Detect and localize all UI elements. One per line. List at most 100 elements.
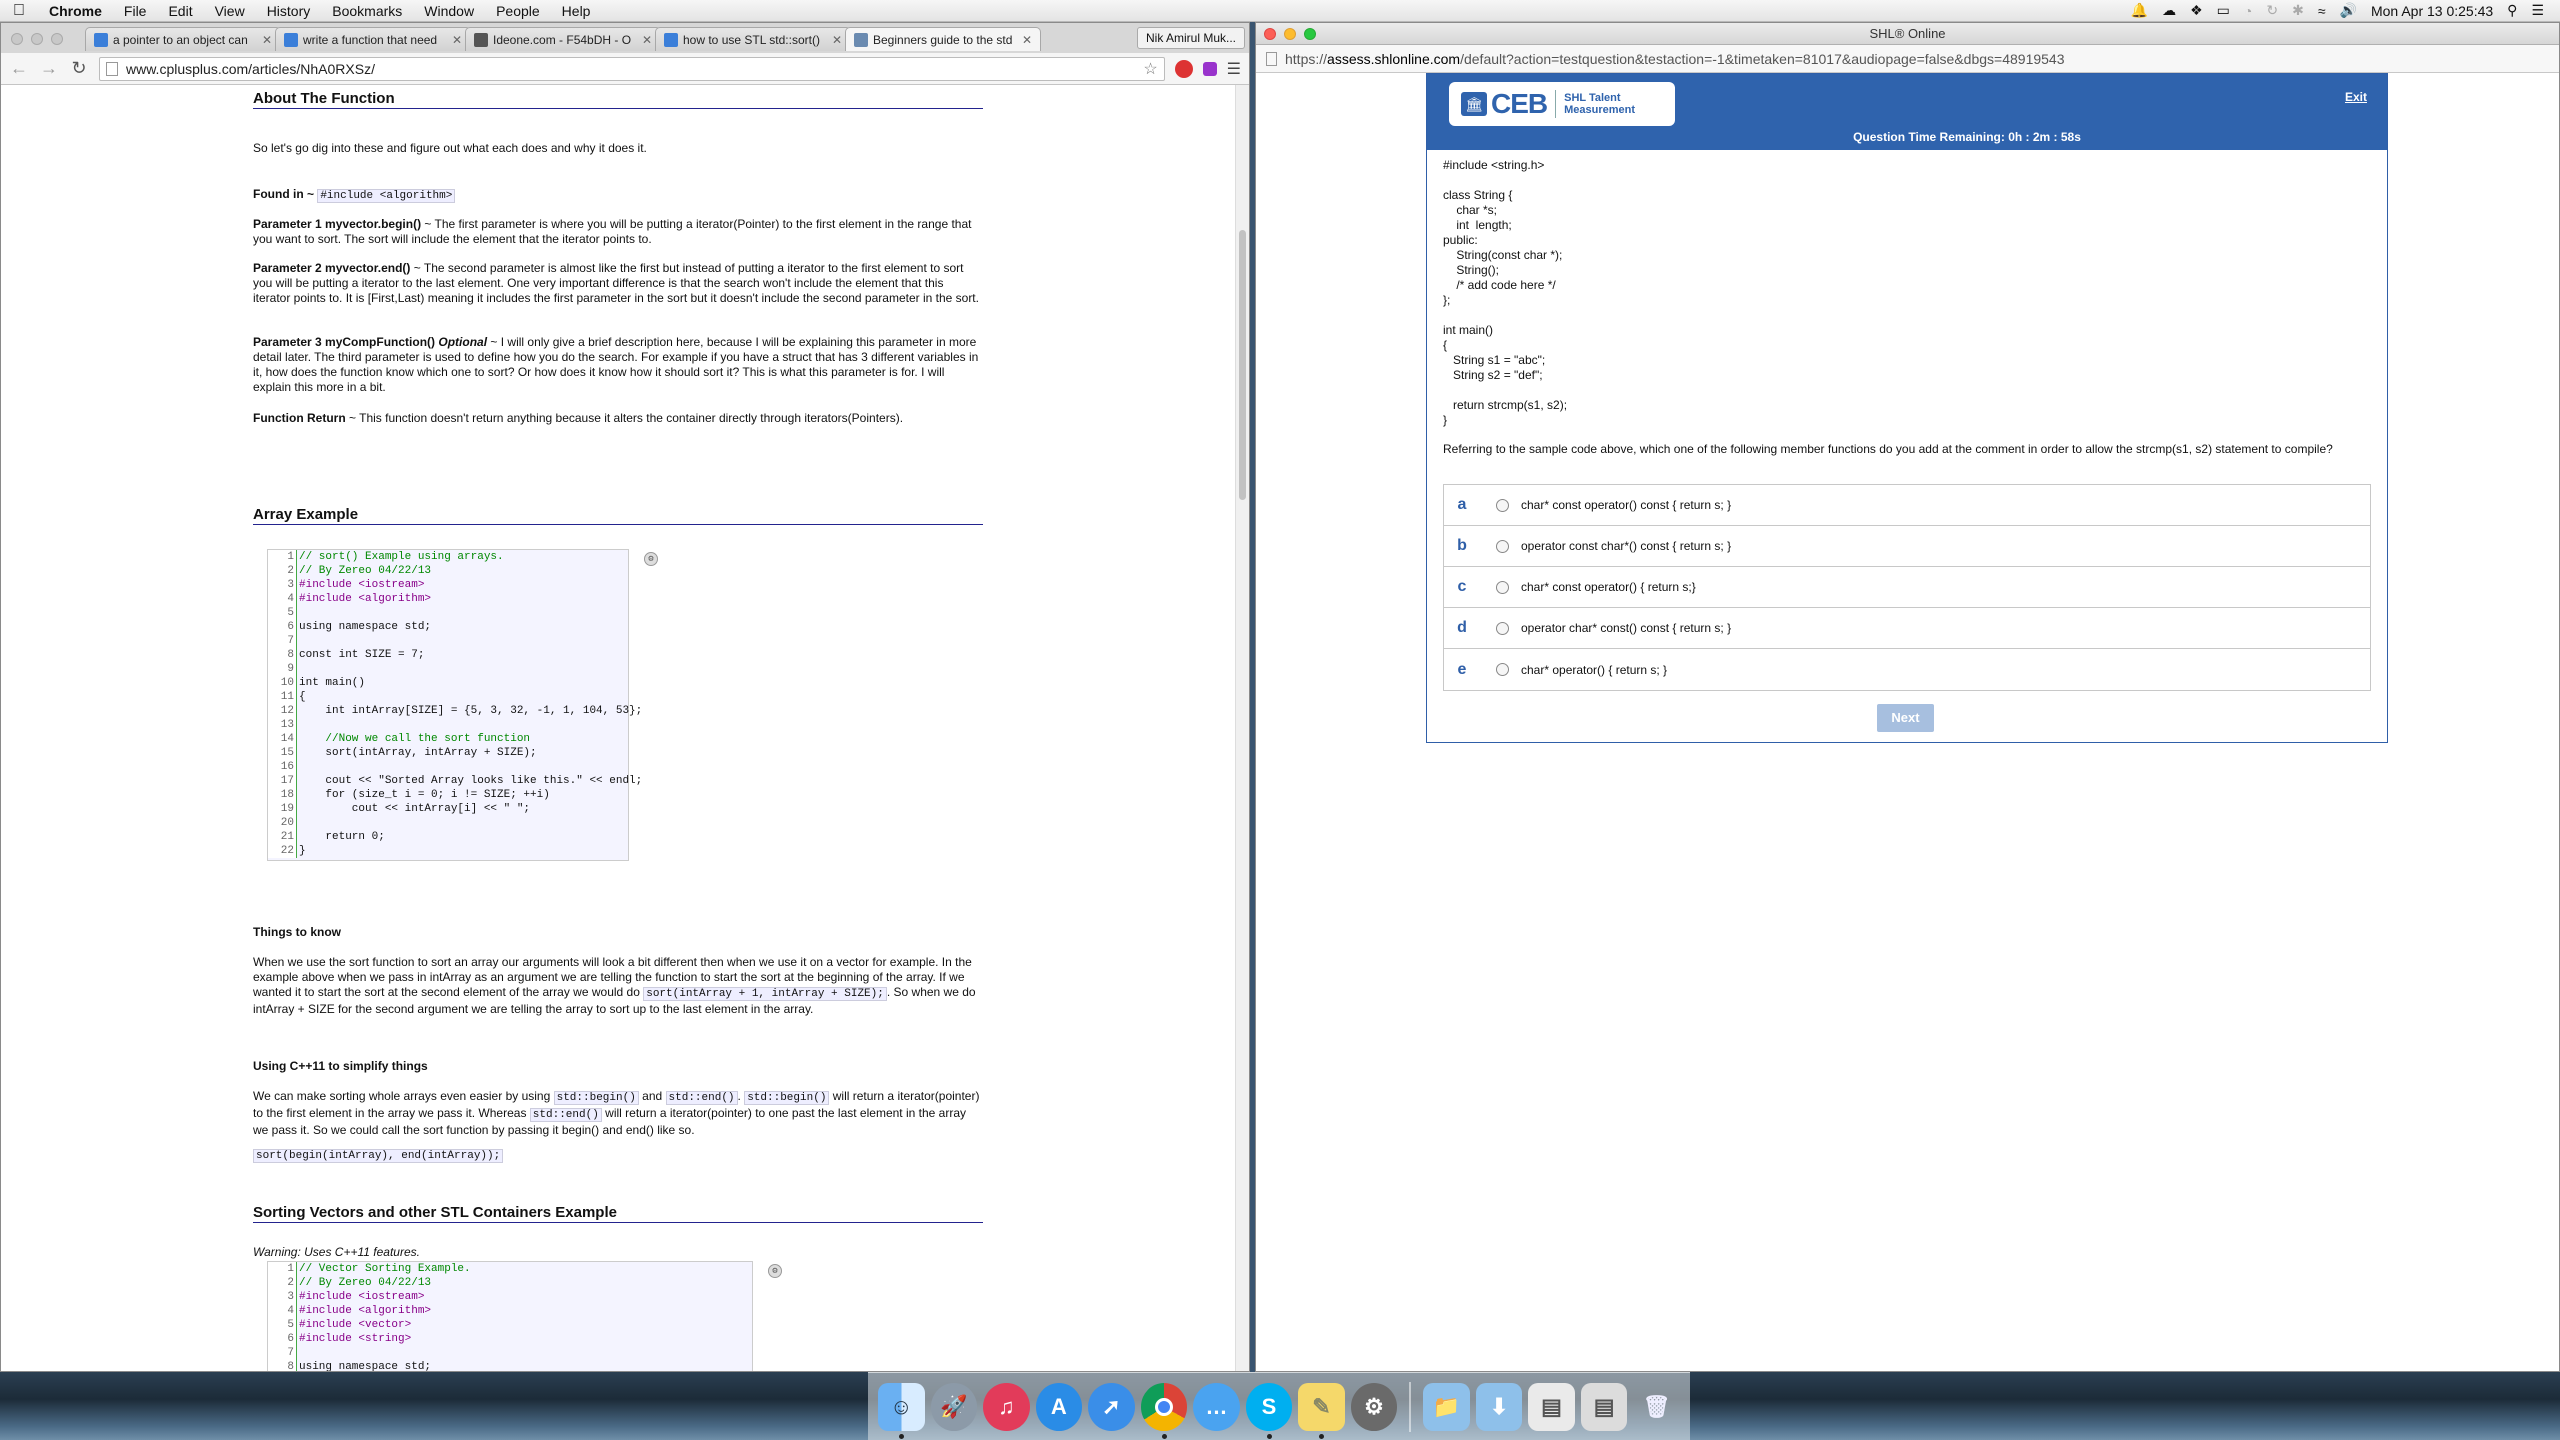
answer-option-a[interactable]: a char* const operator() const { return s… xyxy=(1444,485,2370,526)
tab-beginners-guide[interactable]: Beginners guide to the std ✕ xyxy=(845,27,1041,51)
menu-edit[interactable]: Edit xyxy=(157,3,203,19)
bookmark-star-icon[interactable]: ☆ xyxy=(1143,59,1157,79)
question-panel: 🏛 CEB SHL Talent Measurement Exit Questi… xyxy=(1426,73,2388,743)
line-number: 12 xyxy=(280,705,294,717)
answer-option-b[interactable]: b operator const char*() const { return s… xyxy=(1444,526,2370,567)
cpp11-text-a: We can make sorting whole arrays even ea… xyxy=(253,1089,554,1103)
skype-icon[interactable]: S xyxy=(1245,1382,1293,1439)
line-number: 21 xyxy=(280,831,294,843)
next-button[interactable]: Next xyxy=(1877,704,1934,732)
answer-radio[interactable] xyxy=(1496,498,1509,512)
spotlight-search-icon[interactable]: ⚲ xyxy=(2507,2,2517,19)
menu-app-name[interactable]: Chrome xyxy=(38,3,113,19)
code-options-icon[interactable]: ⚙ xyxy=(644,552,658,566)
notes-icon[interactable]: ✎ xyxy=(1298,1382,1345,1439)
heading-things-to-know: Things to know xyxy=(253,925,341,940)
volume-icon[interactable]: 🔊 xyxy=(2340,2,2357,19)
zoom-window-button[interactable] xyxy=(1304,28,1316,40)
appstore-icon[interactable]: A xyxy=(1035,1382,1083,1431)
close-window-button[interactable] xyxy=(11,33,23,45)
forward-arrow-icon[interactable]: → xyxy=(39,58,59,79)
answer-option-e[interactable]: e char* operator() { return s; } xyxy=(1444,649,2370,690)
line-number: 8 xyxy=(287,1361,294,1372)
reload-icon[interactable]: ↻ xyxy=(69,58,89,79)
page-scrollbar[interactable] xyxy=(1235,85,1249,1371)
safari-icon[interactable]: ➚ xyxy=(1088,1382,1135,1431)
menu-history[interactable]: History xyxy=(256,3,322,19)
apple-menu-icon[interactable]:  xyxy=(0,2,38,20)
tab-close-icon[interactable]: ✕ xyxy=(1022,33,1032,47)
minimize-window-button[interactable] xyxy=(1284,28,1296,40)
wifi-icon[interactable]: ≈ xyxy=(2318,3,2326,19)
tab-close-icon[interactable]: ✕ xyxy=(262,33,272,47)
menu-file[interactable]: File xyxy=(113,3,158,19)
param1-text: Parameter 1 myvector.begin() ~ The first… xyxy=(253,217,983,247)
tab-ideone[interactable]: Ideone.com - F54bDH - O ✕ xyxy=(465,27,661,51)
answer-option-d[interactable]: d operator char* const() const { return s… xyxy=(1444,608,2370,649)
clock[interactable]: Mon Apr 13 0:25:43 xyxy=(2371,3,2493,19)
chrome-icon[interactable] xyxy=(1140,1382,1188,1439)
page-icon xyxy=(106,61,118,76)
address-bar[interactable]: www.cplusplus.com/articles/NhA0RXSz/ ☆ xyxy=(99,56,1165,81)
line-number: 17 xyxy=(280,775,294,787)
documents-folder-icon[interactable]: 📁 xyxy=(1423,1382,1470,1431)
code-line: cout << intArray[i] << " "; xyxy=(299,803,531,815)
launchpad-icon[interactable]: 🚀 xyxy=(930,1382,978,1431)
notification-bell-icon[interactable]: 🔔 xyxy=(2131,2,2148,19)
itunes-icon[interactable]: ♫ xyxy=(983,1382,1030,1431)
airplay-icon[interactable]: ▭ xyxy=(2217,2,2230,19)
exit-link[interactable]: Exit xyxy=(2345,90,2367,104)
tab-close-icon[interactable]: ✕ xyxy=(832,33,842,47)
bluetooth-icon[interactable]: ✱ xyxy=(2292,2,2304,19)
answer-radio[interactable] xyxy=(1496,621,1509,635)
dock-separator xyxy=(1409,1381,1412,1432)
recent-window-icon[interactable]: ▤ xyxy=(1528,1382,1575,1431)
tab-pointer-to-object[interactable]: a pointer to an object can ✕ xyxy=(85,27,281,51)
finder-icon[interactable]: ☺ xyxy=(878,1382,925,1439)
time-machine-icon[interactable]: ◔ xyxy=(2244,3,2252,19)
menu-people[interactable]: People xyxy=(485,3,551,19)
answer-radio[interactable] xyxy=(1496,539,1509,553)
messages-icon[interactable]: … xyxy=(1193,1382,1240,1431)
answer-option-c[interactable]: c char* const operator() { return s;} xyxy=(1444,567,2370,608)
sync-icon[interactable]: ↻ xyxy=(2266,2,2278,19)
back-arrow-icon[interactable]: ← xyxy=(9,58,29,79)
menu-bookmarks[interactable]: Bookmarks xyxy=(321,3,413,19)
minimize-window-button[interactable] xyxy=(31,33,43,45)
extension-icon[interactable] xyxy=(1202,61,1217,76)
answer-radio[interactable] xyxy=(1496,580,1509,594)
code-options-icon[interactable]: ⚙ xyxy=(768,1264,782,1278)
answer-radio[interactable] xyxy=(1496,663,1509,676)
shl-address-bar[interactable]: https://assess.shlonline.com/default?act… xyxy=(1256,45,2559,73)
code-line: int main() xyxy=(299,677,366,689)
menu-help[interactable]: Help xyxy=(551,3,602,19)
profile-button[interactable]: Nik Amirul Muk... xyxy=(1136,27,1245,49)
found-in-text: Found in ~ #include <algorithm> xyxy=(253,187,456,204)
code-line: #include <algorithm> xyxy=(299,593,432,605)
url-text[interactable]: www.cplusplus.com/articles/NhA0RXSz/ xyxy=(126,61,375,77)
notification-center-icon[interactable]: ☰ xyxy=(2531,2,2544,19)
zoom-window-button[interactable] xyxy=(51,33,63,45)
adblock-extension-icon[interactable] xyxy=(1174,59,1193,78)
line-number: 3 xyxy=(287,1291,294,1303)
cloud-sync-icon[interactable]: ☁ xyxy=(2162,2,2176,19)
line-number: 3 xyxy=(287,579,294,591)
scrollbar-thumb[interactable] xyxy=(1239,230,1246,500)
dropbox-icon[interactable]: ❖ xyxy=(2190,2,2203,19)
tab-stl-sort[interactable]: how to use STL std::sort() ✕ xyxy=(655,27,851,51)
minimized-window-icon[interactable]: ▤ xyxy=(1580,1382,1628,1431)
chrome-menu-icon[interactable]: ☰ xyxy=(1227,59,1241,79)
tab-close-icon[interactable]: ✕ xyxy=(642,33,652,47)
menu-view[interactable]: View xyxy=(204,3,256,19)
line-number: 4 xyxy=(287,1305,294,1317)
downloads-folder-icon[interactable]: ⬇ xyxy=(1475,1382,1523,1431)
close-window-button[interactable] xyxy=(1264,28,1276,40)
tab-write-function[interactable]: write a function that need ✕ xyxy=(275,27,471,51)
tab-close-icon[interactable]: ✕ xyxy=(452,33,462,47)
system-preferences-icon[interactable]: ⚙ xyxy=(1350,1382,1398,1431)
trash-icon[interactable]: 🗑 xyxy=(1633,1383,1680,1431)
menu-window[interactable]: Window xyxy=(413,3,485,19)
